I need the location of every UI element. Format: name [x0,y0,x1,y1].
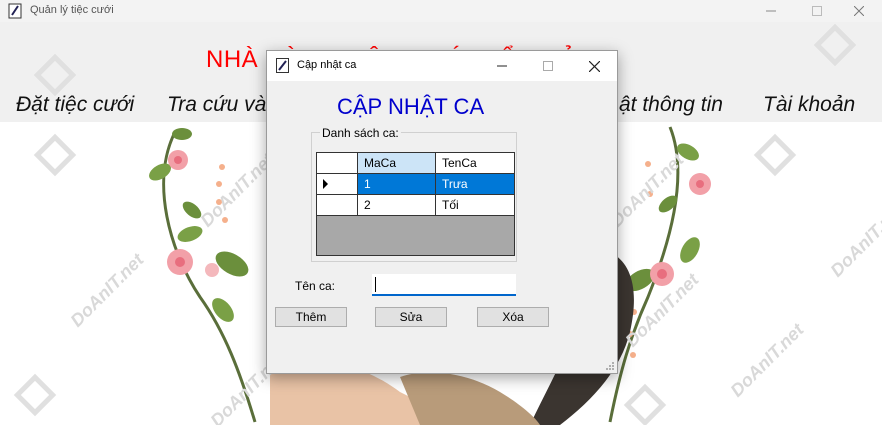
window-title: Quản lý tiệc cưới [30,4,114,16]
row-header[interactable] [317,174,358,195]
delete-button[interactable]: Xóa [477,307,549,327]
grid-corner[interactable] [317,153,358,174]
maximize-icon [812,6,822,16]
grid-cell[interactable]: Tối [436,195,514,216]
app-icon [8,3,22,19]
dialog-minimize-button[interactable] [479,51,525,81]
shift-list-label: Danh sách ca: [320,126,401,140]
maximize-icon [543,61,553,71]
close-icon [854,6,864,16]
minimize-icon [766,10,776,12]
grid-cell[interactable]: 1 [358,174,436,195]
dialog-heading: CẬP NHẬT CA [337,94,485,119]
grid-cell[interactable]: 2 [358,195,436,216]
edit-button[interactable]: Sửa [375,307,447,327]
row-header[interactable] [317,195,358,216]
menu-cap-nhat-thong-tin[interactable]: ật thông tin [619,93,723,117]
menu-tra-cuu[interactable]: Tra cứu và [167,93,266,117]
dialog-close-button[interactable] [571,51,617,81]
dialog-titlebar: Cập nhật ca [267,51,617,81]
shift-name-input[interactable] [372,274,516,296]
dialog-maximize-button[interactable] [525,51,571,81]
close-icon [588,60,600,72]
current-row-indicator-icon [323,179,328,189]
resize-grip-icon[interactable] [605,361,615,371]
text-caret [375,277,376,292]
dialog-title: Cập nhật ca [297,59,357,71]
main-titlebar: Quản lý tiệc cưới [0,0,882,22]
minimize-icon [497,65,507,67]
shift-data-grid[interactable]: MaCa TenCa 1 Trưa 2 Tối [316,152,515,256]
menu-dat-tiec-cuoi[interactable]: Đặt tiệc cưới [16,93,134,117]
maximize-button[interactable] [794,0,840,22]
menu-tai-khoan[interactable]: Tài khoản [763,93,855,117]
add-button[interactable]: Thêm [275,307,347,327]
app-icon [276,58,289,73]
grid-cell[interactable]: Trưa [436,174,514,195]
column-header-tenca[interactable]: TenCa [436,153,514,174]
shift-name-label: Tên ca: [295,279,336,293]
minimize-button[interactable] [748,0,794,22]
column-header-maca[interactable]: MaCa [358,153,436,174]
close-button[interactable] [836,0,882,22]
update-shift-dialog: Cập nhật ca CẬP NHẬT CA Danh sách ca: Ma… [266,50,618,374]
